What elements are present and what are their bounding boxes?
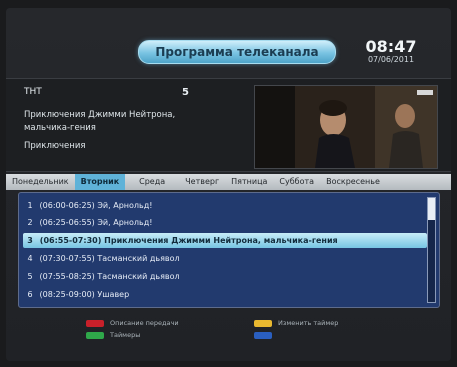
program-list: 1 (06:00-06:25) Эй, Арнольд! 2 (06:25-06…	[18, 192, 440, 308]
green-key-label: Таймеры	[110, 331, 141, 339]
list-scrollbar[interactable]	[427, 197, 436, 303]
red-key-icon	[86, 320, 104, 327]
program-number: 6	[27, 290, 33, 299]
program-time: (06:25-06:55)	[39, 218, 95, 227]
program-number: 4	[27, 254, 33, 263]
tab-friday[interactable]: Пятница	[225, 174, 273, 190]
video-preview	[254, 85, 438, 169]
program-number: 5	[27, 272, 33, 281]
program-row[interactable]: 4 (07:30-07:55) Тасманский дьявол	[23, 251, 427, 266]
yellow-key-icon	[254, 320, 272, 327]
program-info-panel: ТНТ 5 Приключения Джимми Нейтрона, мальч…	[6, 78, 451, 172]
program-number: 2	[27, 218, 33, 227]
program-row[interactable]: 6 (08:25-09:00) Ушавер	[23, 287, 427, 302]
tab-wednesday[interactable]: Среда	[125, 174, 179, 190]
green-key-icon	[86, 332, 104, 339]
page-title: Программа телеканала	[138, 40, 336, 64]
preview-image	[255, 86, 437, 168]
clock: 08:47 07/06/2011	[356, 38, 426, 65]
program-name: Тасманский дьявол	[97, 272, 180, 281]
program-time: (07:30-07:55)	[39, 254, 95, 263]
scrollbar-thumb[interactable]	[428, 198, 435, 220]
program-row[interactable]: 1 (06:00-06:25) Эй, Арнольд!	[23, 198, 427, 213]
program-genre: Приключения	[24, 141, 86, 151]
program-number: 3	[27, 236, 33, 245]
program-name: Тасманский дьявол	[97, 254, 180, 263]
blue-key-icon	[254, 332, 272, 339]
program-time: (06:55-07:30)	[39, 236, 102, 245]
tab-sunday[interactable]: Воскресенье	[320, 174, 386, 190]
program-title: Приключения Джимми Нейтрона, мальчика-ге…	[24, 110, 176, 133]
epg-screen: Программа телеканала 08:47 07/06/2011 ТН…	[6, 8, 451, 361]
button-legend: Описание передачи Таймеры Изменить тайме…	[6, 316, 451, 354]
program-name: Эй, Арнольд!	[97, 201, 153, 210]
program-row-selected[interactable]: 3 (06:55-07:30) Приключения Джимми Нейтр…	[23, 233, 427, 248]
day-tabs: Понедельник Вторник Среда Четверг Пятниц…	[6, 174, 451, 190]
red-key-label: Описание передачи	[110, 319, 179, 327]
program-number: 1	[27, 201, 33, 210]
clock-date: 07/06/2011	[367, 55, 415, 64]
program-time: (06:00-06:25)	[39, 201, 95, 210]
yellow-key-label: Изменить таймер	[278, 319, 339, 327]
tab-tuesday[interactable]: Вторник	[74, 174, 126, 190]
program-name: Приключения Джимми Нейтрона, мальчика-ге…	[104, 236, 338, 245]
program-time: (08:25-09:00)	[39, 290, 95, 299]
channel-name: ТНТ	[24, 87, 42, 97]
tab-monday[interactable]: Понедельник	[6, 174, 75, 190]
tab-thursday[interactable]: Четверг	[179, 174, 225, 190]
program-name: Ушавер	[97, 290, 130, 299]
header: Программа телеканала 08:47 07/06/2011	[6, 8, 451, 70]
program-time: (07:55-08:25)	[39, 272, 95, 281]
clock-time: 08:47	[365, 37, 417, 56]
program-name: Эй, Арнольд!	[97, 218, 153, 227]
tab-saturday[interactable]: Суббота	[273, 174, 320, 190]
channel-number: 5	[182, 87, 189, 98]
program-row[interactable]: 5 (07:55-08:25) Тасманский дьявол	[23, 269, 427, 284]
program-row[interactable]: 2 (06:25-06:55) Эй, Арнольд!	[23, 215, 427, 230]
